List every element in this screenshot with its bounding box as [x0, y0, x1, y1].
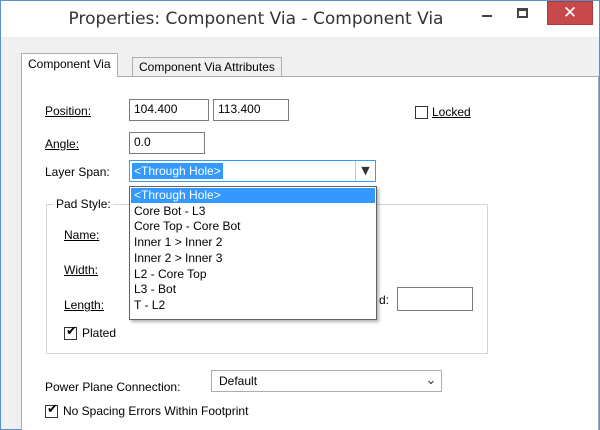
no-spacing-label: No Spacing Errors Within Footprint [63, 404, 249, 418]
maximize-button[interactable] [508, 3, 538, 29]
pad-style-title: Pad Style: [54, 197, 113, 211]
close-icon: ✕ [562, 3, 578, 23]
pad-partial-label: d: [379, 293, 390, 307]
dropdown-option[interactable]: T - L2 [131, 298, 375, 313]
angle-label-text: Angle: [45, 137, 80, 151]
power-plane-selected: Default [219, 374, 258, 388]
chevron-down-icon[interactable]: ▼ [355, 161, 375, 181]
power-plane-label: Power Plane Connection: [45, 380, 181, 394]
dropdown-option[interactable]: <Through Hole> [131, 188, 375, 203]
title-bar[interactable]: Properties: Component Via - Component Vi… [1, 1, 599, 37]
check-icon: ✔ [66, 324, 77, 339]
chevron-down-icon[interactable]: ⌄ [421, 371, 441, 391]
properties-dialog: Properties: Component Via - Component Vi… [0, 0, 600, 430]
position-y-input[interactable]: 113.400 [213, 99, 289, 121]
pad-length-label-text: Length: [64, 298, 105, 312]
power-plane-select[interactable]: Default ⌄ [211, 370, 442, 392]
tab-component-via-attributes[interactable]: Component Via Attributes [132, 57, 282, 77]
close-button[interactable]: ✕ [547, 1, 593, 25]
no-spacing-checkbox[interactable]: ✔ [45, 402, 58, 418]
position-x-input[interactable]: 104.400 [129, 99, 209, 121]
layer-span-select[interactable]: <Through Hole> ▼ [129, 160, 376, 182]
dropdown-option[interactable]: Core Bot - L3 [131, 204, 375, 219]
minimize-button[interactable] [473, 3, 503, 29]
tab-component-via[interactable]: Component Via [21, 53, 118, 77]
position-label-text: Position: [45, 104, 92, 118]
dropdown-option[interactable]: Inner 2 > Inner 3 [131, 251, 375, 266]
pad-width-label: Width: [64, 263, 98, 277]
angle-label: Angle: [45, 137, 79, 151]
locked-checkbox[interactable] [415, 106, 428, 119]
locked-label: Locked [432, 105, 471, 119]
dropdown-option[interactable]: L2 - Core Top [131, 267, 375, 282]
dropdown-option[interactable]: Inner 1 > Inner 2 [131, 235, 375, 250]
minimize-icon [482, 15, 492, 17]
layer-span-selected: <Through Hole> [132, 163, 223, 179]
pad-extra-input[interactable] [397, 287, 473, 311]
angle-input[interactable]: 0.0 [129, 132, 205, 154]
dropdown-option[interactable]: L3 - Bot [131, 282, 375, 297]
layer-span-dropdown: <Through Hole> Core Bot - L3 Core Top - Co… [129, 186, 377, 320]
maximize-icon [517, 8, 528, 18]
pad-name-label: Name: [64, 228, 99, 242]
window-title: Properties: Component Via - Component Vi… [68, 9, 444, 29]
dropdown-option[interactable]: Core Top - Core Bot [131, 219, 375, 234]
locked-label-text: Locked [432, 105, 471, 119]
check-icon: ✔ [47, 402, 58, 417]
plated-checkbox[interactable]: ✔ [64, 324, 77, 340]
pad-length-label: Length: [64, 298, 104, 312]
layer-span-label: Layer Span: [45, 165, 110, 179]
position-label: Position: [45, 104, 91, 118]
pad-width-label-text: Width: [64, 263, 99, 277]
pad-name-label-text: Name: [64, 228, 100, 242]
plated-label: Plated [82, 326, 117, 340]
